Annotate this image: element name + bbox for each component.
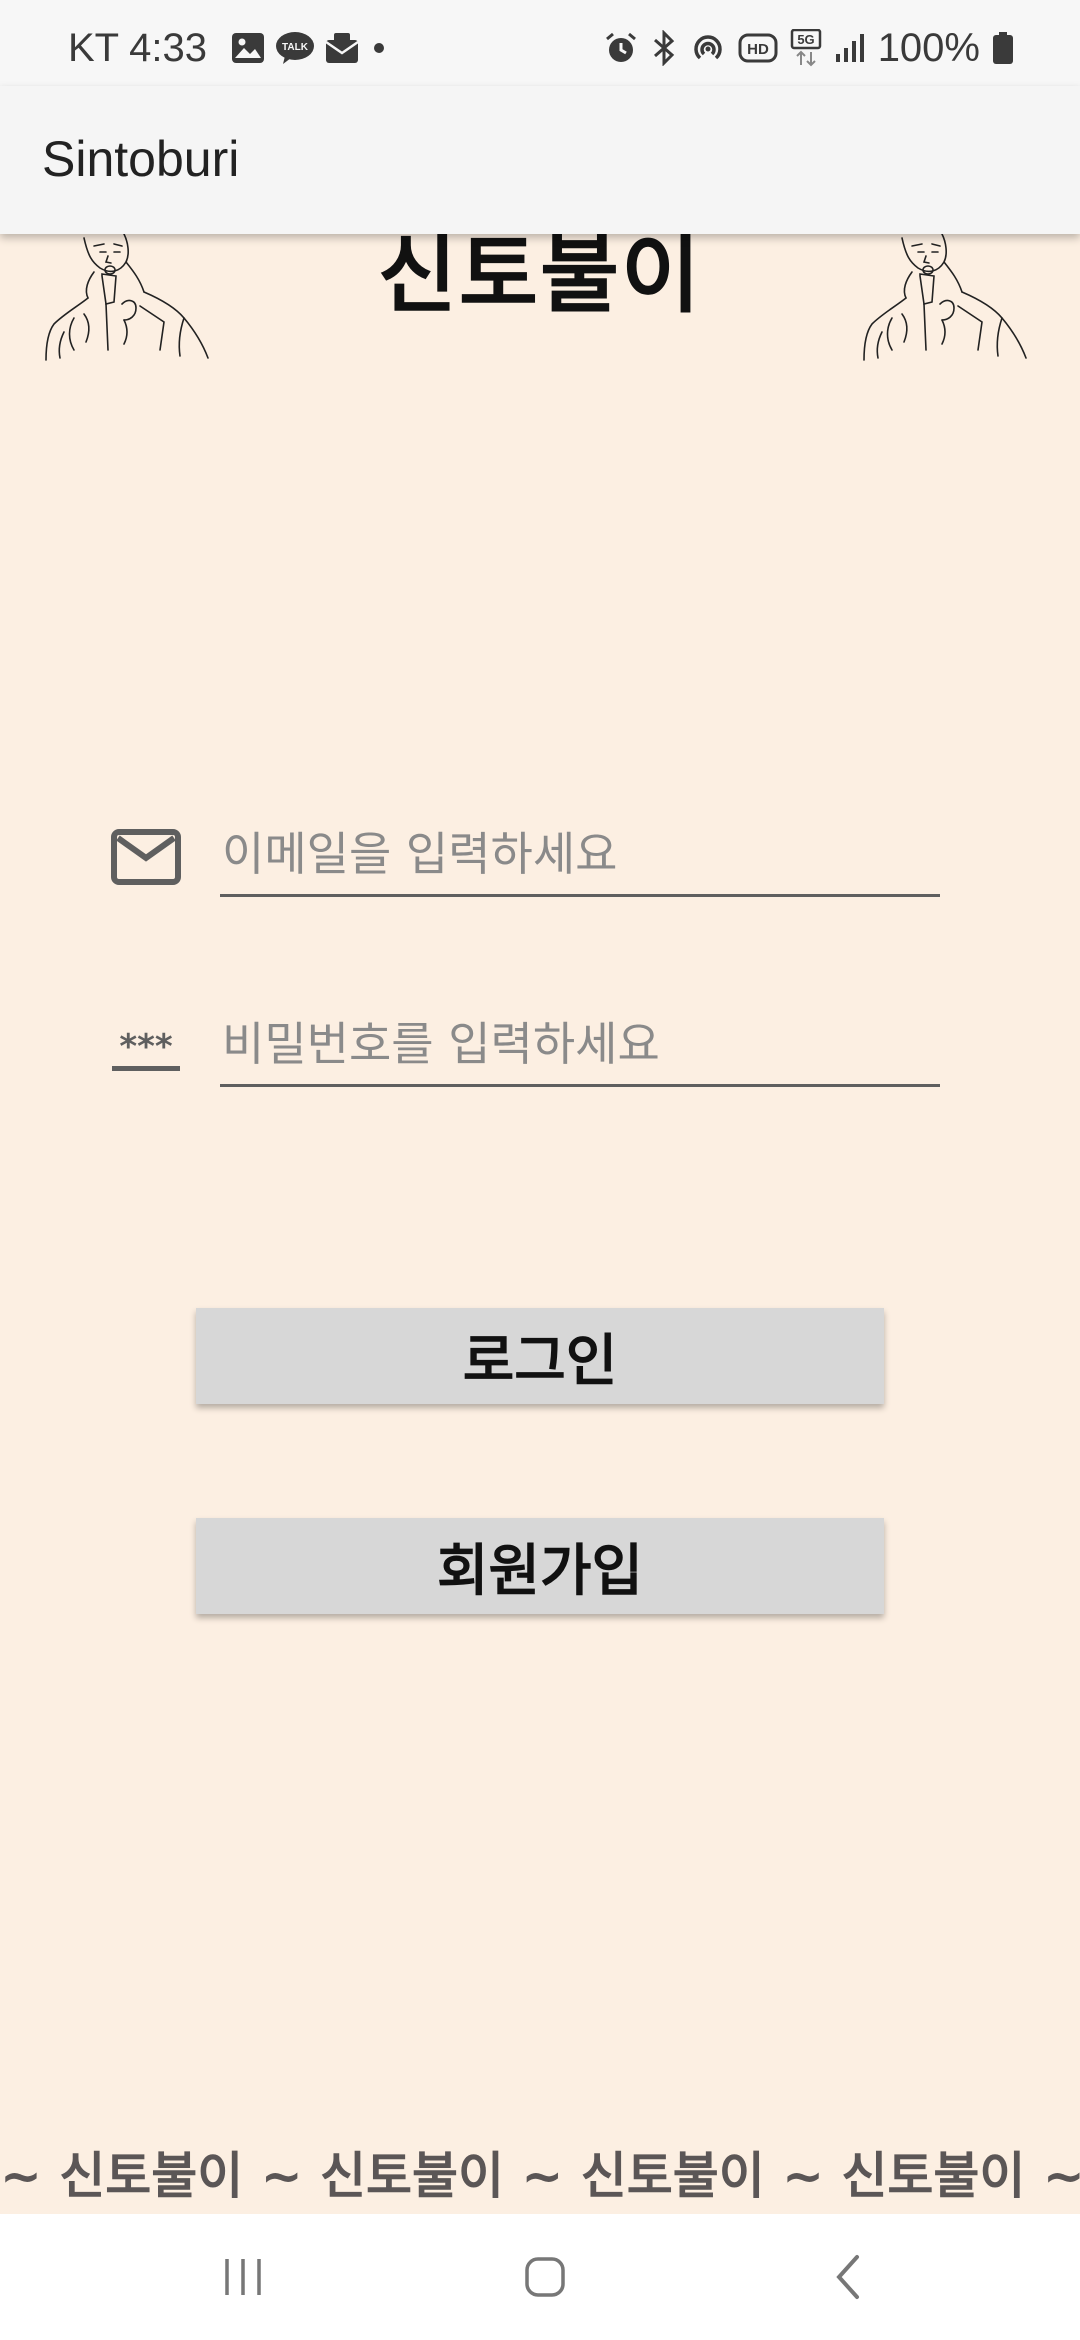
clock: 4:33 <box>129 26 207 70</box>
hero-title: 신토불이 <box>377 225 703 325</box>
password-icon-text: *** <box>119 1027 173 1067</box>
carrier-label: KT <box>68 26 120 70</box>
password-icon: *** <box>112 1027 180 1071</box>
hotspot-icon <box>693 35 722 60</box>
battery-percent: 100% <box>877 26 980 70</box>
gallery-icon <box>231 33 264 63</box>
svg-text:HD: HD <box>747 41 769 58</box>
email-input[interactable] <box>220 814 940 897</box>
svg-text:TALK: TALK <box>282 42 309 53</box>
home-icon <box>525 2257 565 2297</box>
bluetooth-icon <box>653 30 674 66</box>
navigation-bar <box>0 2214 1080 2340</box>
envelope-icon <box>111 829 181 885</box>
mail-icon <box>325 33 359 63</box>
battery-icon <box>993 32 1013 64</box>
recent-apps-icon <box>225 2259 261 2295</box>
alarm-icon <box>605 32 636 62</box>
password-field: *** <box>110 1004 940 1088</box>
footer-marquee: ~ 신토불이 ~ 신토불이 ~ 신토불이 ~ 신토불이 ~ <box>0 2147 1080 2205</box>
svg-text:5G: 5G <box>797 32 814 47</box>
status-right: HD 5G 100% <box>604 28 1014 68</box>
5g-icon: 5G <box>790 29 821 67</box>
login-button[interactable]: 로그인 <box>196 1308 884 1404</box>
status-left: KT 4:33 TALK <box>68 28 389 68</box>
kakaotalk-icon: TALK <box>275 32 314 64</box>
app-bar: Sintoburi <box>0 86 1080 234</box>
recent-apps-button[interactable] <box>203 2244 283 2310</box>
notification-icons: TALK <box>231 31 389 65</box>
signup-button[interactable]: 회원가입 <box>196 1518 884 1614</box>
back-icon <box>836 2255 859 2299</box>
home-button[interactable] <box>505 2244 585 2310</box>
password-input[interactable] <box>220 1004 940 1087</box>
back-button[interactable] <box>808 2244 888 2310</box>
dot-icon <box>373 43 384 53</box>
app-title: Sintoburi <box>42 131 240 187</box>
email-field <box>110 814 940 898</box>
hd-icon: HD <box>738 33 778 63</box>
signal-icon <box>835 34 864 62</box>
status-bar: KT 4:33 TALK HD 5G 100% <box>0 0 1080 86</box>
